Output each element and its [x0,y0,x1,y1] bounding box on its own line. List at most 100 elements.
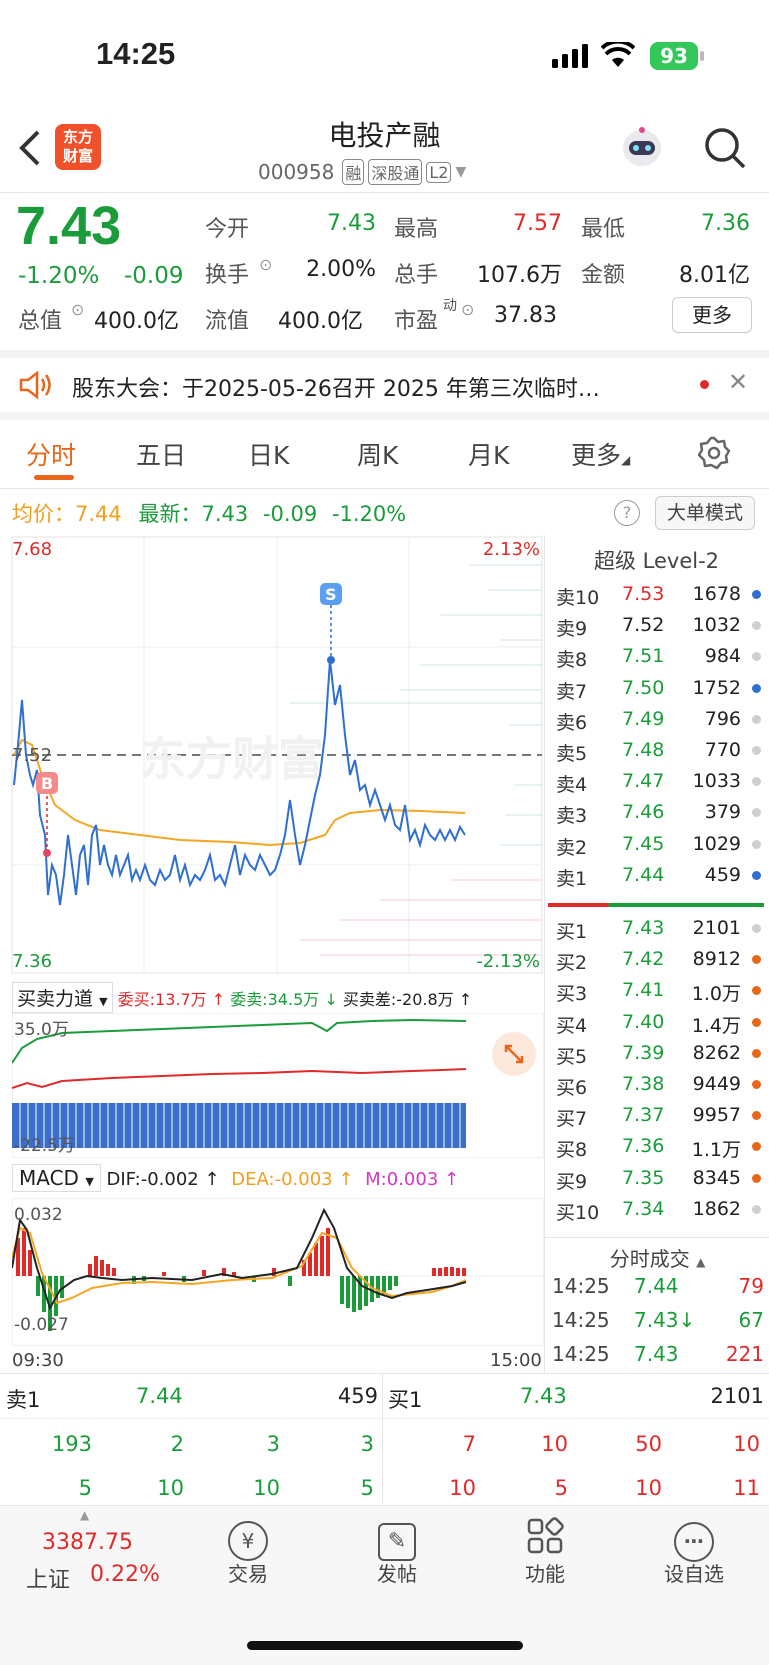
level-indicator [752,955,761,965]
caret-up-icon: ▲ [80,1508,90,1522]
ticks-title-label: 分时成交 [609,1247,690,1271]
battery-icon: 93 [650,42,698,70]
force-selector[interactable]: 买卖力道 ▼ [12,982,113,1013]
queue-sell-vol: 459 [337,1384,378,1408]
level-label: 买1 [556,921,588,943]
level-indicator [752,652,761,662]
tag-connect: 深股通 [368,159,423,185]
quote-panel: 7.43 -1.20% -0.09 今开 7.43 最高 7.57 最低 7.3… [0,193,769,349]
tab-label: 分时 [26,441,77,470]
tab-daily-k[interactable]: 日K [248,436,289,472]
level-price: 7.46 [622,801,665,824]
ticks-title[interactable]: 分时成交 ▲ [545,1243,769,1272]
tab-more[interactable]: 更多◢ [571,436,630,472]
big-order-mode-button[interactable]: 大单模式 [655,496,755,530]
level-volume: 1862 [692,1197,741,1220]
dropdown-icon: ▼ [455,164,467,180]
watchlist-tab[interactable]: ⋯ 设自选 [644,1516,744,1587]
level-indicator [752,986,761,996]
tick-price: 7.43 [634,1342,679,1366]
orderbook-row[interactable]: 卖3 7.46 379 [552,797,769,828]
force-bottom-label: -22.5万 [14,1136,75,1156]
help-icon[interactable]: ? [614,500,640,526]
signal-icon [552,44,590,68]
orderbook-row[interactable]: 买3 7.41 1.0万 [552,975,769,1006]
orderbook-row[interactable]: 卖2 7.45 1029 [552,829,769,860]
orderbook-title[interactable]: 超级 Level-2 [544,545,769,575]
info-icon[interactable]: ⊙ [461,300,474,319]
function-tab[interactable]: 功能 [495,1516,595,1587]
stock-code: 000958 [258,160,335,184]
macd-m: M:0.003 ↑ [365,1169,460,1190]
bottom-bar: ▲ 3387.75 上证 0.22% ¥ 交易 ✎ 发帖 功能 ⋯ 设自选 [0,1505,769,1665]
orderbook-row[interactable]: 卖7 7.50 1752 [552,673,769,704]
orderbook-row[interactable]: 买6 7.38 9449 [552,1069,769,1100]
robot-avatar-icon[interactable] [618,126,666,172]
orderbook-row[interactable]: 卖6 7.49 796 [552,704,769,735]
level-indicator [752,746,761,755]
queue-order: 5 [360,1476,374,1500]
stat-sup: 动 [443,298,457,314]
status-bar: 14:25 93 [0,0,769,110]
level-label: 卖3 [556,805,588,828]
expand-icon[interactable] [492,1032,536,1076]
stat-value: 7.36 [701,211,750,236]
notice-bar[interactable]: 股东大会：于2025-05-26召开 2025 年第三次临时… ✕ [0,358,769,412]
tab-monthly-k[interactable]: 月K [468,436,509,472]
tab-intraday[interactable]: 分时 [26,436,76,472]
force-panel-header: 买卖力道 ▼ 委买:13.7万 ↑ 委卖:34.5万 ↓ 买卖差:-20.8万 … [12,982,544,1013]
info-icon[interactable]: ⊙ [71,300,84,319]
caret-icon: ▼ [85,1175,94,1188]
settings-icon[interactable] [697,436,731,474]
orderbook-row[interactable]: 买9 7.35 8345 [552,1163,769,1194]
level-indicator [752,1204,761,1214]
macd-title: MACD [19,1166,79,1190]
orderbook-row[interactable]: 卖5 7.48 770 [552,735,769,766]
orderbook-row[interactable]: 买2 7.42 8912 [552,944,769,975]
orderbook-row[interactable]: 买7 7.37 9957 [552,1100,769,1131]
tab-weekly-k[interactable]: 周K [357,436,398,472]
level-label: 买4 [556,1014,588,1037]
orderbook-row[interactable]: 买1 7.43 2101 [552,913,769,944]
orderbook-row[interactable]: 卖10 7.53 1678 [552,579,769,610]
tab-five-day[interactable]: 五日 [136,436,186,472]
orderbook-row[interactable]: 卖8 7.51 984 [552,641,769,672]
info-icon[interactable]: ⊙ [259,255,272,274]
orderbook-row[interactable]: 买8 7.36 1.1万 [552,1131,769,1162]
latest-value: 7.43 [201,502,249,526]
post-tab[interactable]: ✎ 发帖 [347,1516,447,1587]
queue-order: 10 [733,1432,760,1456]
level-price: 7.38 [622,1073,665,1095]
orderbook-row[interactable]: 买4 7.40 1.4万 [552,1007,769,1038]
orderbook-row[interactable]: 买5 7.39 8262 [552,1038,769,1069]
queue-buy-vol: 2101 [710,1384,764,1408]
macd-selector[interactable]: MACD ▼ [12,1164,101,1192]
trade-tab[interactable]: ¥ 交易 [198,1516,298,1587]
level-volume: 1.0万 [691,983,741,1006]
orderbook-row[interactable]: 卖1 7.44 459 [552,860,769,891]
stat-value: 8.01亿 [679,263,750,288]
intraday-chart[interactable]: 东方财富 B S 7.68 7.52 7.36 2.13% -2.13% [0,535,544,975]
macd-dea: DEA:-0.003 ↑ [231,1169,354,1190]
index-widget[interactable]: ▲ 3387.75 上证 0.22% [20,1506,180,1606]
stock-code-row[interactable]: 000958 融 深股通 L2 ▼ [258,158,466,186]
orderbook-row[interactable]: 卖4 7.47 1033 [552,766,769,797]
queue-order: 10 [541,1432,568,1456]
close-icon[interactable]: ✕ [728,368,748,396]
level-indicator [752,714,761,724]
pct-label-high: 2.13% [483,539,540,560]
search-icon[interactable] [703,126,747,174]
level-price: 7.53 [622,583,665,605]
level-volume: 379 [704,801,741,824]
change-amount: -0.09 [124,263,184,289]
battery-level: 93 [660,44,688,68]
orderbook-row[interactable]: 买10 7.34 1862 [552,1194,769,1225]
wei-buy: 委买:13.7万 ↑ [117,990,226,1009]
orderbook-row[interactable]: 卖9 7.52 1032 [552,610,769,641]
home-indicator [247,1641,523,1650]
y-label-high: 7.68 [12,539,52,560]
level-price: 7.45 [622,832,665,855]
caret-up-icon: ▲ [696,1255,706,1269]
more-stats-button[interactable]: 更多 [672,297,752,333]
tab-label: 月K [468,441,510,470]
